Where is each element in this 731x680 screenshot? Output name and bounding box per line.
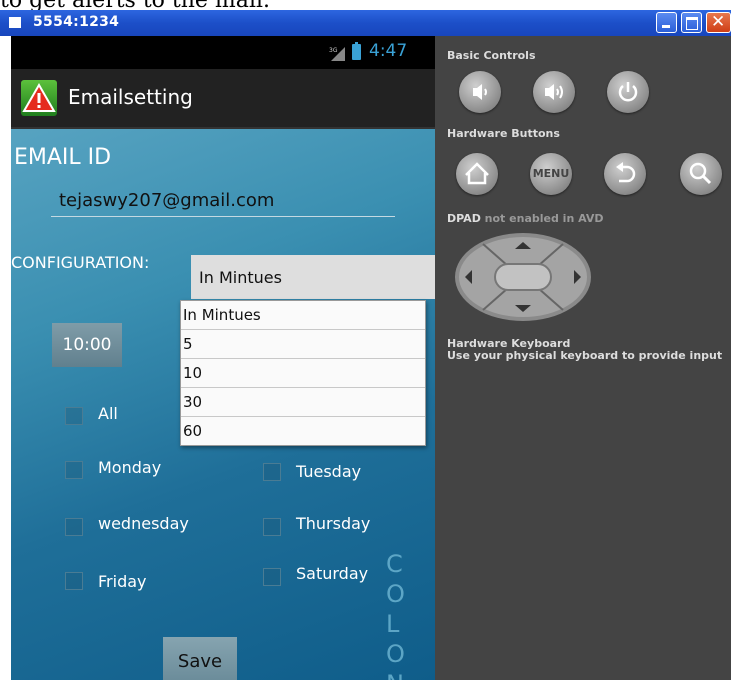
app-title: Emailsetting — [68, 85, 193, 109]
volume-down-button[interactable] — [459, 71, 501, 113]
dropdown-option[interactable]: 5 — [181, 330, 425, 359]
maximize-button[interactable] — [681, 12, 702, 33]
label-thursday: Thursday — [296, 514, 371, 533]
dpad-note: not enabled in AVD — [484, 212, 604, 225]
configuration-spinner[interactable]: In Mintues — [191, 255, 435, 299]
checkbox-tuesday[interactable] — [263, 463, 281, 481]
checkbox-thursday[interactable] — [263, 518, 281, 536]
phone-screen: 3G 4:47 Emailsetting COLON EMAIL ID teja… — [11, 36, 435, 680]
status-clock: 4:47 — [369, 41, 408, 61]
power-icon — [618, 82, 638, 102]
hardware-buttons-title: Hardware Buttons — [447, 127, 560, 140]
dropdown-option[interactable]: In Mintues — [181, 301, 425, 330]
label-monday: Monday — [98, 458, 162, 477]
menu-button[interactable]: MENU — [530, 153, 572, 195]
email-label: EMAIL ID — [14, 145, 112, 170]
settings-form: COLON EMAIL ID tejaswy207@gmail.com CONF… — [11, 129, 435, 680]
action-bar: Emailsetting — [11, 69, 435, 129]
checkbox-monday[interactable] — [65, 461, 83, 479]
dropdown-option[interactable]: 60 — [181, 417, 425, 445]
label-all: All — [98, 404, 118, 423]
label-friday: Friday — [98, 572, 147, 591]
signal-icon: 3G — [329, 47, 345, 61]
basic-controls-title: Basic Controls — [447, 49, 536, 62]
dpad-control[interactable] — [453, 232, 593, 322]
app-icon — [21, 80, 57, 116]
email-input[interactable]: tejaswy207@gmail.com — [51, 185, 395, 217]
dpad-label: DPAD — [447, 212, 481, 225]
checkbox-wednesday[interactable] — [65, 518, 83, 536]
checkbox-all[interactable] — [65, 407, 83, 425]
label-wednesday: wednesday — [98, 514, 189, 533]
dropdown-option[interactable]: 30 — [181, 388, 425, 417]
power-button[interactable] — [607, 71, 649, 113]
search-icon — [689, 162, 712, 185]
save-button[interactable]: Save — [163, 637, 237, 680]
volume-up-button[interactable] — [533, 71, 575, 113]
window-icon — [9, 17, 21, 28]
close-icon: ✕ — [711, 12, 726, 32]
checkbox-friday[interactable] — [65, 572, 83, 590]
label-saturday: Saturday — [296, 564, 369, 583]
window-title: 5554:1234 — [33, 14, 120, 30]
keyboard-section: Hardware Keyboard Use your physical keyb… — [447, 338, 722, 362]
volume-down-icon — [473, 84, 487, 100]
window-titlebar: 5554:1234 ✕ — [0, 10, 731, 36]
back-icon — [616, 162, 636, 183]
menu-label: MENU — [532, 167, 570, 180]
label-tuesday: Tuesday — [296, 462, 362, 481]
checkbox-saturday[interactable] — [263, 568, 281, 586]
home-icon — [465, 162, 489, 185]
configuration-label: CONFIGURATION: — [11, 253, 150, 272]
battery-icon — [352, 42, 361, 60]
emulator-window: 3G 4:47 Emailsetting COLON EMAIL ID teja… — [11, 36, 731, 680]
home-button[interactable] — [456, 153, 498, 195]
configuration-dropdown: In Mintues 5 10 30 60 — [180, 300, 426, 446]
dpad-title: DPAD not enabled in AVD — [447, 212, 604, 225]
background-decoration: COLON — [386, 550, 405, 680]
minimize-button[interactable] — [656, 12, 677, 33]
warning-icon — [22, 82, 56, 112]
volume-up-icon — [545, 84, 563, 100]
back-button[interactable] — [604, 153, 646, 195]
search-button[interactable] — [680, 153, 722, 195]
close-button[interactable]: ✕ — [706, 12, 731, 33]
emulator-controls-panel: Basic Controls Hardware Buttons MENU DPA… — [435, 36, 731, 680]
time-button[interactable]: 10:00 — [52, 323, 122, 367]
dropdown-option[interactable]: 10 — [181, 359, 425, 388]
network-type: 3G — [329, 47, 338, 54]
keyboard-note: Use your physical keyboard to provide in… — [447, 349, 723, 362]
status-bar: 3G 4:47 — [11, 36, 435, 69]
